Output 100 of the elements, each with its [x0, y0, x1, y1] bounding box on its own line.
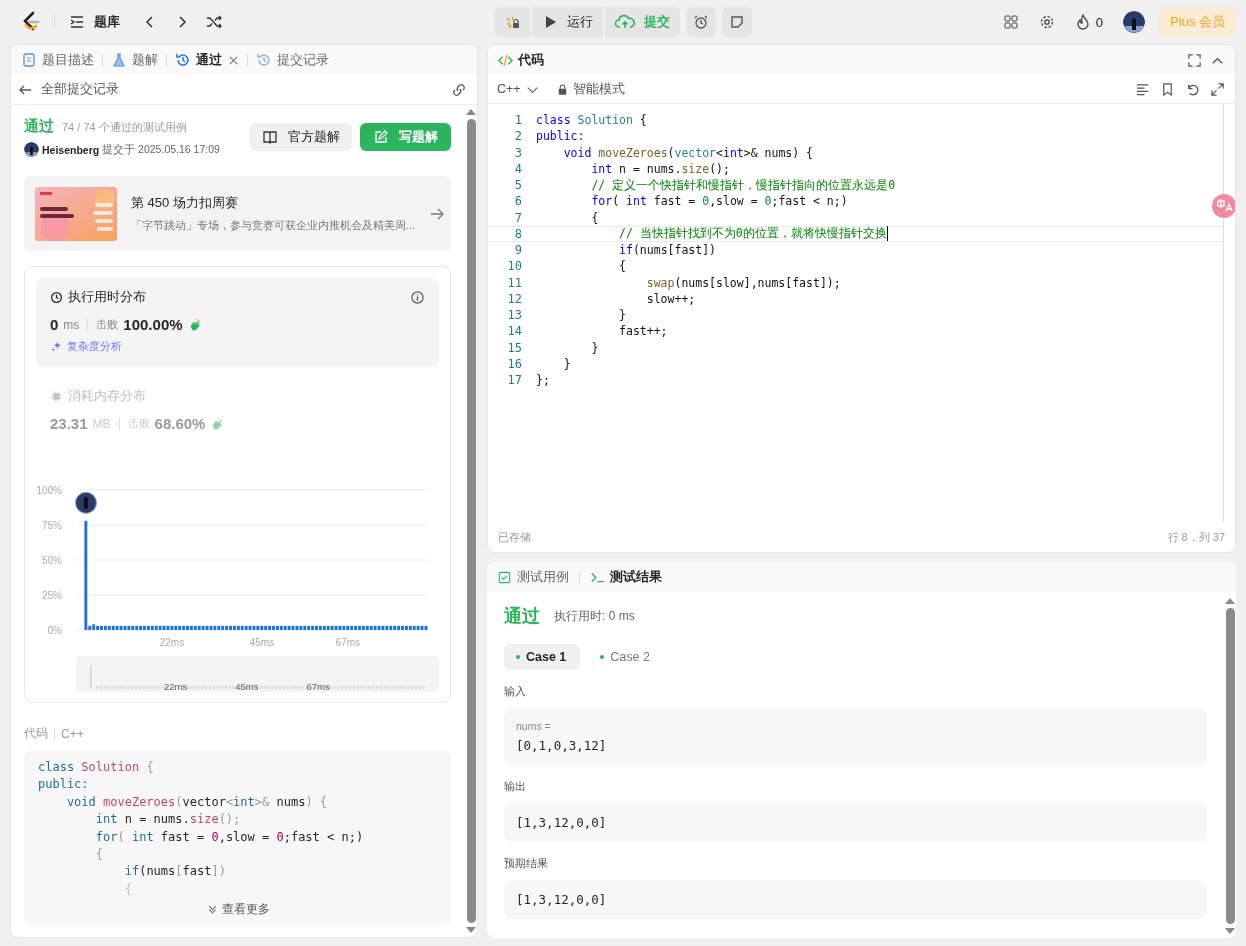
distribution-bar[interactable] — [256, 625, 260, 630]
distribution-bar[interactable] — [162, 625, 166, 630]
distribution-bar[interactable] — [272, 625, 275, 630]
distribution-bar[interactable] — [166, 625, 170, 630]
problem-list-button[interactable]: 题库 — [69, 13, 120, 31]
distribution-bar[interactable] — [416, 625, 420, 630]
distribution-bar[interactable] — [244, 625, 248, 630]
distribution-bar[interactable] — [186, 625, 189, 630]
distribution-bar[interactable] — [326, 625, 330, 630]
distribution-bar[interactable] — [401, 625, 404, 630]
panel-tab[interactable]: 测试结果 — [590, 568, 662, 586]
distribution-bar[interactable] — [240, 625, 244, 630]
distribution-bar[interactable] — [338, 625, 342, 630]
distribution-bar[interactable] — [205, 625, 209, 630]
distribution-bar[interactable] — [412, 625, 416, 630]
distribution-bar[interactable] — [264, 625, 268, 630]
distribution-bar[interactable] — [350, 625, 354, 630]
link-icon[interactable] — [451, 81, 467, 98]
distribution-bar[interactable] — [193, 625, 197, 630]
info-icon[interactable] — [410, 290, 425, 305]
distribution-bar[interactable] — [146, 625, 150, 630]
distribution-bar[interactable] — [158, 625, 162, 630]
distribution-bar[interactable] — [260, 625, 264, 630]
distribution-bar[interactable] — [201, 625, 205, 630]
distribution-bar[interactable] — [135, 625, 139, 630]
show-more-button[interactable]: 查看更多 — [205, 902, 270, 918]
distribution-bar[interactable] — [182, 625, 186, 630]
complexity-analysis-link[interactable]: 复杂度分析 — [50, 339, 122, 354]
distribution-bar[interactable] — [217, 625, 221, 630]
language-dropdown[interactable]: C++ — [497, 81, 540, 97]
distribution-bar[interactable] — [420, 625, 424, 630]
contest-banner[interactable]: 第 450 场力扣周赛 「字节跳动」专场，参与竞赛可获企业内推机会及精美周... — [24, 176, 451, 251]
distribution-bar[interactable] — [408, 625, 412, 630]
distribution-bar[interactable] — [143, 625, 146, 630]
distribution-bar[interactable] — [170, 625, 174, 630]
distribution-bar[interactable] — [283, 625, 287, 630]
distribution-bar[interactable] — [315, 625, 318, 630]
alarm-button[interactable] — [686, 7, 716, 37]
metric-panel[interactable]: 执行用时分布 0 ms 击败 100.00% 复杂度分析 — [36, 278, 439, 367]
debug-button[interactable] — [494, 7, 530, 37]
distribution-bar[interactable] — [365, 625, 369, 630]
distribution-bar[interactable] — [389, 625, 393, 630]
distribution-bar[interactable] — [275, 625, 279, 630]
expand-icon[interactable] — [1210, 81, 1225, 97]
distribution-bar[interactable] — [373, 625, 377, 630]
back-link[interactable]: 全部提交记录 — [17, 81, 119, 98]
layout-icon[interactable] — [1002, 14, 1019, 30]
distribution-bar[interactable] — [397, 625, 401, 630]
distribution-bar[interactable] — [424, 625, 428, 630]
distribution-bar[interactable] — [279, 625, 283, 630]
distribution-bar[interactable] — [385, 625, 389, 630]
streak-counter[interactable]: 0 — [1074, 14, 1104, 30]
distribution-bar[interactable] — [299, 625, 303, 630]
bookmark-icon[interactable] — [1160, 81, 1175, 97]
distribution-bar[interactable] — [232, 625, 236, 630]
distribution-bar[interactable] — [221, 625, 225, 630]
distribution-bar[interactable] — [115, 625, 119, 630]
run-button[interactable]: 运行 — [532, 7, 603, 37]
distribution-bar[interactable] — [131, 625, 135, 630]
distribution-bar[interactable] — [111, 625, 115, 630]
distribution-bar[interactable] — [150, 625, 154, 630]
distribution-bar[interactable] — [103, 625, 107, 630]
distribution-bar[interactable] — [213, 625, 217, 630]
distribution-bar[interactable] — [268, 625, 272, 630]
panel-tab[interactable]: 题目描述 — [21, 51, 94, 69]
distribution-bar[interactable] — [307, 625, 311, 630]
distribution-bar[interactable] — [311, 625, 315, 630]
distribution-bar[interactable] — [287, 625, 291, 630]
distribution-bar[interactable] — [346, 625, 350, 630]
case-tab[interactable]: Case 2 — [588, 644, 664, 670]
distribution-bar[interactable] — [178, 625, 182, 630]
distribution-bar[interactable] — [354, 625, 358, 630]
distribution-bar[interactable] — [252, 625, 256, 630]
distribution-bar[interactable] — [358, 625, 361, 630]
case-tab[interactable]: Case 1 — [504, 644, 581, 670]
smart-mode-label[interactable]: 智能模式 — [557, 80, 625, 98]
distribution-bar[interactable] — [318, 625, 322, 630]
format-icon[interactable] — [1135, 81, 1150, 97]
panel-tab[interactable]: 提交记录 — [256, 51, 329, 69]
distribution-bar[interactable] — [361, 625, 365, 630]
translate-icon[interactable] — [1211, 193, 1235, 219]
distribution-bar[interactable] — [291, 625, 295, 630]
distribution-bar[interactable] — [174, 625, 178, 630]
panel-tab[interactable]: 题解 — [111, 51, 158, 69]
distribution-bar[interactable] — [334, 625, 338, 630]
distribution-bar[interactable] — [154, 625, 158, 630]
distribution-bar[interactable] — [236, 625, 240, 630]
distribution-bar[interactable] — [229, 625, 232, 630]
distribution-bar[interactable] — [330, 625, 334, 630]
distribution-bar[interactable] — [100, 625, 103, 630]
distribution-bar[interactable] — [107, 625, 111, 630]
distribution-bar[interactable] — [123, 625, 127, 630]
fullscreen-icon[interactable] — [1187, 52, 1202, 68]
close-icon[interactable] — [228, 54, 239, 66]
distribution-bar[interactable] — [377, 625, 381, 630]
distribution-bar[interactable] — [381, 625, 385, 630]
distribution-bar[interactable] — [369, 625, 373, 630]
user-avatar[interactable] — [1123, 11, 1146, 33]
distribution-bar[interactable] — [393, 625, 397, 630]
chart-navigator[interactable]: 22ms 45ms 67ms — [76, 656, 439, 692]
